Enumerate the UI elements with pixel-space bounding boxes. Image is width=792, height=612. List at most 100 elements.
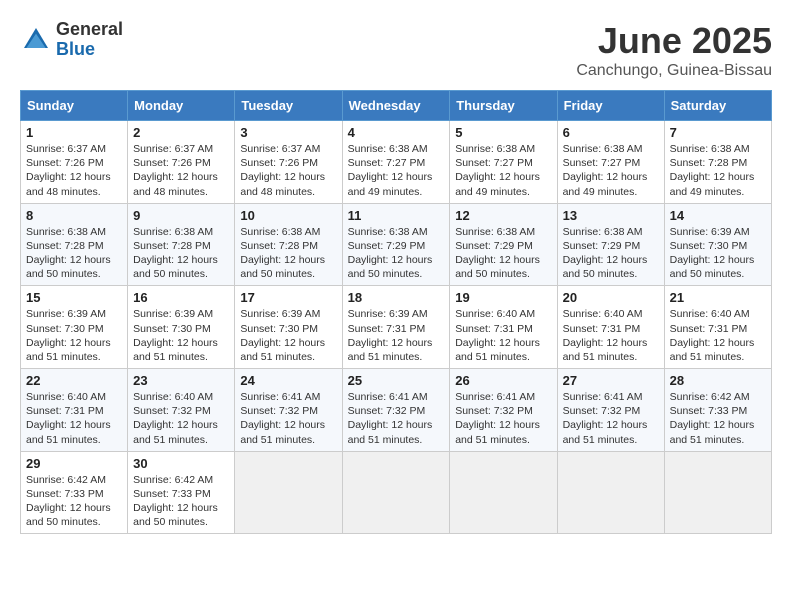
logo: General Blue bbox=[20, 20, 123, 60]
day-info: Sunrise: 6:42 AM Sunset: 7:33 PM Dayligh… bbox=[133, 473, 229, 530]
day-info: Sunrise: 6:40 AM Sunset: 7:31 PM Dayligh… bbox=[670, 307, 766, 364]
day-info: Sunrise: 6:38 AM Sunset: 7:28 PM Dayligh… bbox=[26, 225, 122, 282]
day-info: Sunrise: 6:39 AM Sunset: 7:30 PM Dayligh… bbox=[240, 307, 336, 364]
day-cell-4: 4 Sunrise: 6:38 AM Sunset: 7:27 PM Dayli… bbox=[342, 121, 450, 204]
day-number: 4 bbox=[348, 125, 445, 140]
calendar-header-row: SundayMondayTuesdayWednesdayThursdayFrid… bbox=[21, 91, 772, 121]
day-number: 21 bbox=[670, 290, 766, 305]
day-number: 3 bbox=[240, 125, 336, 140]
day-info: Sunrise: 6:38 AM Sunset: 7:29 PM Dayligh… bbox=[455, 225, 551, 282]
day-number: 22 bbox=[26, 373, 122, 388]
logo-text: General Blue bbox=[56, 20, 123, 60]
day-cell-16: 16 Sunrise: 6:39 AM Sunset: 7:30 PM Dayl… bbox=[128, 286, 235, 369]
day-number: 25 bbox=[348, 373, 445, 388]
day-cell-9: 9 Sunrise: 6:38 AM Sunset: 7:28 PM Dayli… bbox=[128, 203, 235, 286]
day-info: Sunrise: 6:39 AM Sunset: 7:30 PM Dayligh… bbox=[133, 307, 229, 364]
day-cell-22: 22 Sunrise: 6:40 AM Sunset: 7:31 PM Dayl… bbox=[21, 369, 128, 452]
day-cell-23: 23 Sunrise: 6:40 AM Sunset: 7:32 PM Dayl… bbox=[128, 369, 235, 452]
day-info: Sunrise: 6:40 AM Sunset: 7:31 PM Dayligh… bbox=[563, 307, 659, 364]
col-header-friday: Friday bbox=[557, 91, 664, 121]
day-info: Sunrise: 6:41 AM Sunset: 7:32 PM Dayligh… bbox=[563, 390, 659, 447]
day-number: 14 bbox=[670, 208, 766, 223]
day-cell-10: 10 Sunrise: 6:38 AM Sunset: 7:28 PM Dayl… bbox=[235, 203, 342, 286]
day-cell-3: 3 Sunrise: 6:37 AM Sunset: 7:26 PM Dayli… bbox=[235, 121, 342, 204]
day-info: Sunrise: 6:37 AM Sunset: 7:26 PM Dayligh… bbox=[240, 142, 336, 199]
day-number: 12 bbox=[455, 208, 551, 223]
calendar-week-5: 29 Sunrise: 6:42 AM Sunset: 7:33 PM Dayl… bbox=[21, 451, 772, 534]
logo-blue-text: Blue bbox=[56, 40, 123, 60]
day-number: 6 bbox=[563, 125, 659, 140]
day-cell-2: 2 Sunrise: 6:37 AM Sunset: 7:26 PM Dayli… bbox=[128, 121, 235, 204]
empty-cell bbox=[450, 451, 557, 534]
col-header-saturday: Saturday bbox=[664, 91, 771, 121]
day-info: Sunrise: 6:40 AM Sunset: 7:32 PM Dayligh… bbox=[133, 390, 229, 447]
day-cell-6: 6 Sunrise: 6:38 AM Sunset: 7:27 PM Dayli… bbox=[557, 121, 664, 204]
day-info: Sunrise: 6:38 AM Sunset: 7:29 PM Dayligh… bbox=[348, 225, 445, 282]
day-cell-8: 8 Sunrise: 6:38 AM Sunset: 7:28 PM Dayli… bbox=[21, 203, 128, 286]
day-cell-26: 26 Sunrise: 6:41 AM Sunset: 7:32 PM Dayl… bbox=[450, 369, 557, 452]
day-number: 23 bbox=[133, 373, 229, 388]
day-number: 13 bbox=[563, 208, 659, 223]
day-cell-20: 20 Sunrise: 6:40 AM Sunset: 7:31 PM Dayl… bbox=[557, 286, 664, 369]
month-title: June 2025 bbox=[576, 20, 772, 62]
col-header-tuesday: Tuesday bbox=[235, 91, 342, 121]
day-cell-15: 15 Sunrise: 6:39 AM Sunset: 7:30 PM Dayl… bbox=[21, 286, 128, 369]
col-header-sunday: Sunday bbox=[21, 91, 128, 121]
day-number: 5 bbox=[455, 125, 551, 140]
day-info: Sunrise: 6:38 AM Sunset: 7:27 PM Dayligh… bbox=[455, 142, 551, 199]
day-info: Sunrise: 6:41 AM Sunset: 7:32 PM Dayligh… bbox=[348, 390, 445, 447]
day-info: Sunrise: 6:38 AM Sunset: 7:27 PM Dayligh… bbox=[563, 142, 659, 199]
empty-cell bbox=[557, 451, 664, 534]
day-cell-21: 21 Sunrise: 6:40 AM Sunset: 7:31 PM Dayl… bbox=[664, 286, 771, 369]
day-info: Sunrise: 6:37 AM Sunset: 7:26 PM Dayligh… bbox=[26, 142, 122, 199]
day-cell-27: 27 Sunrise: 6:41 AM Sunset: 7:32 PM Dayl… bbox=[557, 369, 664, 452]
day-info: Sunrise: 6:40 AM Sunset: 7:31 PM Dayligh… bbox=[455, 307, 551, 364]
day-cell-25: 25 Sunrise: 6:41 AM Sunset: 7:32 PM Dayl… bbox=[342, 369, 450, 452]
day-number: 2 bbox=[133, 125, 229, 140]
day-cell-13: 13 Sunrise: 6:38 AM Sunset: 7:29 PM Dayl… bbox=[557, 203, 664, 286]
calendar-week-1: 1 Sunrise: 6:37 AM Sunset: 7:26 PM Dayli… bbox=[21, 121, 772, 204]
day-cell-28: 28 Sunrise: 6:42 AM Sunset: 7:33 PM Dayl… bbox=[664, 369, 771, 452]
calendar-table: SundayMondayTuesdayWednesdayThursdayFrid… bbox=[20, 90, 772, 534]
day-number: 27 bbox=[563, 373, 659, 388]
day-cell-19: 19 Sunrise: 6:40 AM Sunset: 7:31 PM Dayl… bbox=[450, 286, 557, 369]
day-cell-14: 14 Sunrise: 6:39 AM Sunset: 7:30 PM Dayl… bbox=[664, 203, 771, 286]
day-info: Sunrise: 6:38 AM Sunset: 7:29 PM Dayligh… bbox=[563, 225, 659, 282]
day-cell-29: 29 Sunrise: 6:42 AM Sunset: 7:33 PM Dayl… bbox=[21, 451, 128, 534]
calendar-week-2: 8 Sunrise: 6:38 AM Sunset: 7:28 PM Dayli… bbox=[21, 203, 772, 286]
day-cell-18: 18 Sunrise: 6:39 AM Sunset: 7:31 PM Dayl… bbox=[342, 286, 450, 369]
day-info: Sunrise: 6:39 AM Sunset: 7:30 PM Dayligh… bbox=[26, 307, 122, 364]
calendar-week-3: 15 Sunrise: 6:39 AM Sunset: 7:30 PM Dayl… bbox=[21, 286, 772, 369]
day-cell-17: 17 Sunrise: 6:39 AM Sunset: 7:30 PM Dayl… bbox=[235, 286, 342, 369]
logo-icon bbox=[20, 24, 52, 56]
day-number: 16 bbox=[133, 290, 229, 305]
page-header: General Blue June 2025 Canchungo, Guinea… bbox=[20, 20, 772, 80]
day-number: 8 bbox=[26, 208, 122, 223]
day-cell-30: 30 Sunrise: 6:42 AM Sunset: 7:33 PM Dayl… bbox=[128, 451, 235, 534]
calendar-week-4: 22 Sunrise: 6:40 AM Sunset: 7:31 PM Dayl… bbox=[21, 369, 772, 452]
day-cell-1: 1 Sunrise: 6:37 AM Sunset: 7:26 PM Dayli… bbox=[21, 121, 128, 204]
empty-cell bbox=[342, 451, 450, 534]
location-subtitle: Canchungo, Guinea-Bissau bbox=[576, 62, 772, 80]
title-block: June 2025 Canchungo, Guinea-Bissau bbox=[576, 20, 772, 80]
day-cell-12: 12 Sunrise: 6:38 AM Sunset: 7:29 PM Dayl… bbox=[450, 203, 557, 286]
day-number: 20 bbox=[563, 290, 659, 305]
empty-cell bbox=[235, 451, 342, 534]
empty-cell bbox=[664, 451, 771, 534]
day-number: 7 bbox=[670, 125, 766, 140]
day-number: 26 bbox=[455, 373, 551, 388]
col-header-monday: Monday bbox=[128, 91, 235, 121]
day-number: 30 bbox=[133, 456, 229, 471]
day-cell-11: 11 Sunrise: 6:38 AM Sunset: 7:29 PM Dayl… bbox=[342, 203, 450, 286]
day-number: 29 bbox=[26, 456, 122, 471]
day-info: Sunrise: 6:39 AM Sunset: 7:31 PM Dayligh… bbox=[348, 307, 445, 364]
day-number: 18 bbox=[348, 290, 445, 305]
day-info: Sunrise: 6:40 AM Sunset: 7:31 PM Dayligh… bbox=[26, 390, 122, 447]
day-number: 1 bbox=[26, 125, 122, 140]
day-info: Sunrise: 6:38 AM Sunset: 7:28 PM Dayligh… bbox=[133, 225, 229, 282]
day-cell-7: 7 Sunrise: 6:38 AM Sunset: 7:28 PM Dayli… bbox=[664, 121, 771, 204]
day-info: Sunrise: 6:41 AM Sunset: 7:32 PM Dayligh… bbox=[455, 390, 551, 447]
day-info: Sunrise: 6:42 AM Sunset: 7:33 PM Dayligh… bbox=[26, 473, 122, 530]
col-header-thursday: Thursday bbox=[450, 91, 557, 121]
day-number: 10 bbox=[240, 208, 336, 223]
